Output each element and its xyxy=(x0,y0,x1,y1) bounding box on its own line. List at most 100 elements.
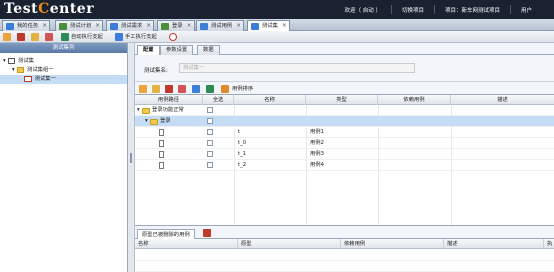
test-set-name-label: 测试集名: xyxy=(144,68,168,74)
tab-test-plan[interactable]: 测试计划 × xyxy=(55,20,104,31)
close-icon[interactable]: × xyxy=(282,21,287,31)
tree-item-test-set[interactable]: 测试集一 xyxy=(0,75,127,84)
expand-icon[interactable]: ▾ xyxy=(12,67,15,73)
tab-test-cases[interactable]: 测试用例 × xyxy=(196,20,245,31)
splitter-grip[interactable] xyxy=(130,153,132,163)
table-row[interactable]: t_1 用例3 xyxy=(135,149,554,160)
column-header-dependency[interactable]: 依赖用例 xyxy=(341,239,444,249)
tab-label: 登录 xyxy=(172,23,183,29)
stop-icon[interactable] xyxy=(169,33,177,41)
row-type: 用例1 xyxy=(310,129,324,135)
grid-header: 用例路径 全选 名称 类型 依赖用例 描述 xyxy=(135,95,554,105)
manual-run-button[interactable]: 手工执行支起 xyxy=(114,32,157,42)
test-set-icon xyxy=(24,75,32,82)
task-icon xyxy=(6,23,14,30)
tab-data[interactable]: 数据 xyxy=(197,45,220,55)
table-row[interactable]: t_2 用例4 xyxy=(135,160,554,171)
refresh-icon[interactable] xyxy=(206,85,214,93)
edit-icon[interactable] xyxy=(152,85,160,93)
row-checkbox[interactable] xyxy=(207,129,213,135)
close-icon[interactable]: × xyxy=(42,21,47,31)
panel-splitter[interactable] xyxy=(128,43,135,272)
column-header-path[interactable]: 用例路径 xyxy=(135,95,203,105)
manual-run-label: 手工执行支起 xyxy=(125,34,157,40)
switch-project-link[interactable]: 切换项目 xyxy=(402,6,424,14)
tab-label: 我的任务 xyxy=(17,23,39,29)
close-icon[interactable]: × xyxy=(236,21,241,31)
table-row[interactable]: ▾ 登录 xyxy=(135,116,554,127)
test-case-icon xyxy=(159,151,164,158)
tree-item-label: 测试集一 xyxy=(34,76,56,82)
test-case-icon xyxy=(159,162,164,169)
tab-label: 测试需求 xyxy=(121,23,143,29)
row-path: 登录功能正常 xyxy=(152,107,184,113)
test-case-grid: 用例路径 全选 名称 类型 依赖用例 描述 ▾ 登录功能正常 ▾ 登录 t 用例… xyxy=(135,94,554,225)
tab-test-requirements[interactable]: 测试需求 × xyxy=(106,20,155,31)
column-header-name[interactable]: 名称 xyxy=(135,239,238,249)
expand-icon[interactable]: ▾ xyxy=(145,116,148,127)
auto-run-label: 自动执行支起 xyxy=(71,34,103,40)
column-header-select-all[interactable]: 全选 xyxy=(203,95,234,105)
add-icon[interactable] xyxy=(3,33,11,41)
row-checkbox[interactable] xyxy=(207,107,213,113)
folder-icon xyxy=(17,66,25,73)
row-type: 用例3 xyxy=(310,151,324,157)
delete-icon[interactable] xyxy=(17,33,25,41)
table-row[interactable]: ▾ 登录功能正常 xyxy=(135,105,554,116)
row-checkbox[interactable] xyxy=(207,140,213,146)
close-icon[interactable]: × xyxy=(95,21,100,31)
folder-icon[interactable] xyxy=(31,33,39,41)
row-path: 登录 xyxy=(160,118,171,124)
row-name: t xyxy=(238,129,241,135)
column-header-prototype[interactable]: 原型 xyxy=(238,239,341,249)
auto-run-button[interactable]: 自动执行支起 xyxy=(60,32,103,42)
user-link[interactable]: 用户 xyxy=(521,6,532,14)
column-header-description[interactable]: 描述 xyxy=(444,239,544,249)
test-set-name-input[interactable]: 测试集一 xyxy=(179,63,415,73)
tab-login[interactable]: 登录 × xyxy=(157,20,195,31)
folder-icon xyxy=(150,119,158,125)
tree-item-group[interactable]: ▾ 测试集组一 xyxy=(0,66,127,75)
column-header-name[interactable]: 名称 xyxy=(234,95,306,105)
folder-icon xyxy=(142,108,150,114)
column-header-dependency[interactable]: 依赖用例 xyxy=(378,95,451,105)
sort-icon[interactable] xyxy=(221,85,229,93)
tab-test-set[interactable]: 测试集 × xyxy=(247,20,290,31)
top-bar: TestCenter 欢迎（ 自动 ） 切换项目 项目：新车网测试项目 用户 xyxy=(0,0,554,19)
welcome-text: 欢迎（ 自动 ） xyxy=(344,7,381,14)
close-icon[interactable]: × xyxy=(146,21,151,31)
table-row[interactable]: t 用例1 xyxy=(135,127,554,138)
login-icon xyxy=(161,23,169,30)
delete-icon[interactable] xyxy=(203,229,211,237)
tree-item-root[interactable]: ▾ 测试集 xyxy=(0,57,127,66)
row-name: t_1 xyxy=(238,151,247,157)
row-checkbox[interactable] xyxy=(207,151,213,157)
remove-icon[interactable] xyxy=(178,85,186,93)
row-checkbox[interactable] xyxy=(207,118,213,124)
tab-label: 测试集 xyxy=(262,23,278,29)
plan-icon xyxy=(59,23,67,30)
table-row[interactable]: t_0 用例2 xyxy=(135,138,554,149)
add-case-icon[interactable] xyxy=(139,85,147,93)
move-icon[interactable] xyxy=(192,85,200,93)
expand-icon[interactable]: ▾ xyxy=(137,105,140,116)
requirements-icon xyxy=(110,23,118,30)
test-case-icon xyxy=(159,140,164,147)
column-header-execute[interactable]: 执 xyxy=(544,239,554,249)
project-name: 项目：新车网测试项目 xyxy=(444,7,500,14)
cut-icon[interactable] xyxy=(45,33,53,41)
column-header-type[interactable]: 类型 xyxy=(306,95,378,105)
tab-my-tasks[interactable]: 我的任务 × xyxy=(2,20,51,31)
tab-label: 测试计划 xyxy=(70,23,92,29)
row-checkbox[interactable] xyxy=(207,162,213,168)
close-icon[interactable]: × xyxy=(187,21,192,31)
tab-parameters[interactable]: 参数设置 xyxy=(160,45,194,55)
module-tabbar: 我的任务 × 测试计划 × 测试需求 × 登录 × 测试用例 × 测试集 × xyxy=(0,19,554,31)
logo-prefix: Test xyxy=(4,1,39,17)
bottom-tabs: 原型已被删除的用例 xyxy=(135,225,554,240)
delete-icon[interactable] xyxy=(165,85,173,93)
test-case-icon xyxy=(159,129,164,136)
column-header-description[interactable]: 描述 xyxy=(451,95,554,105)
sort-label[interactable]: 用例排序 xyxy=(232,85,253,93)
expand-icon[interactable]: ▾ xyxy=(3,58,6,64)
